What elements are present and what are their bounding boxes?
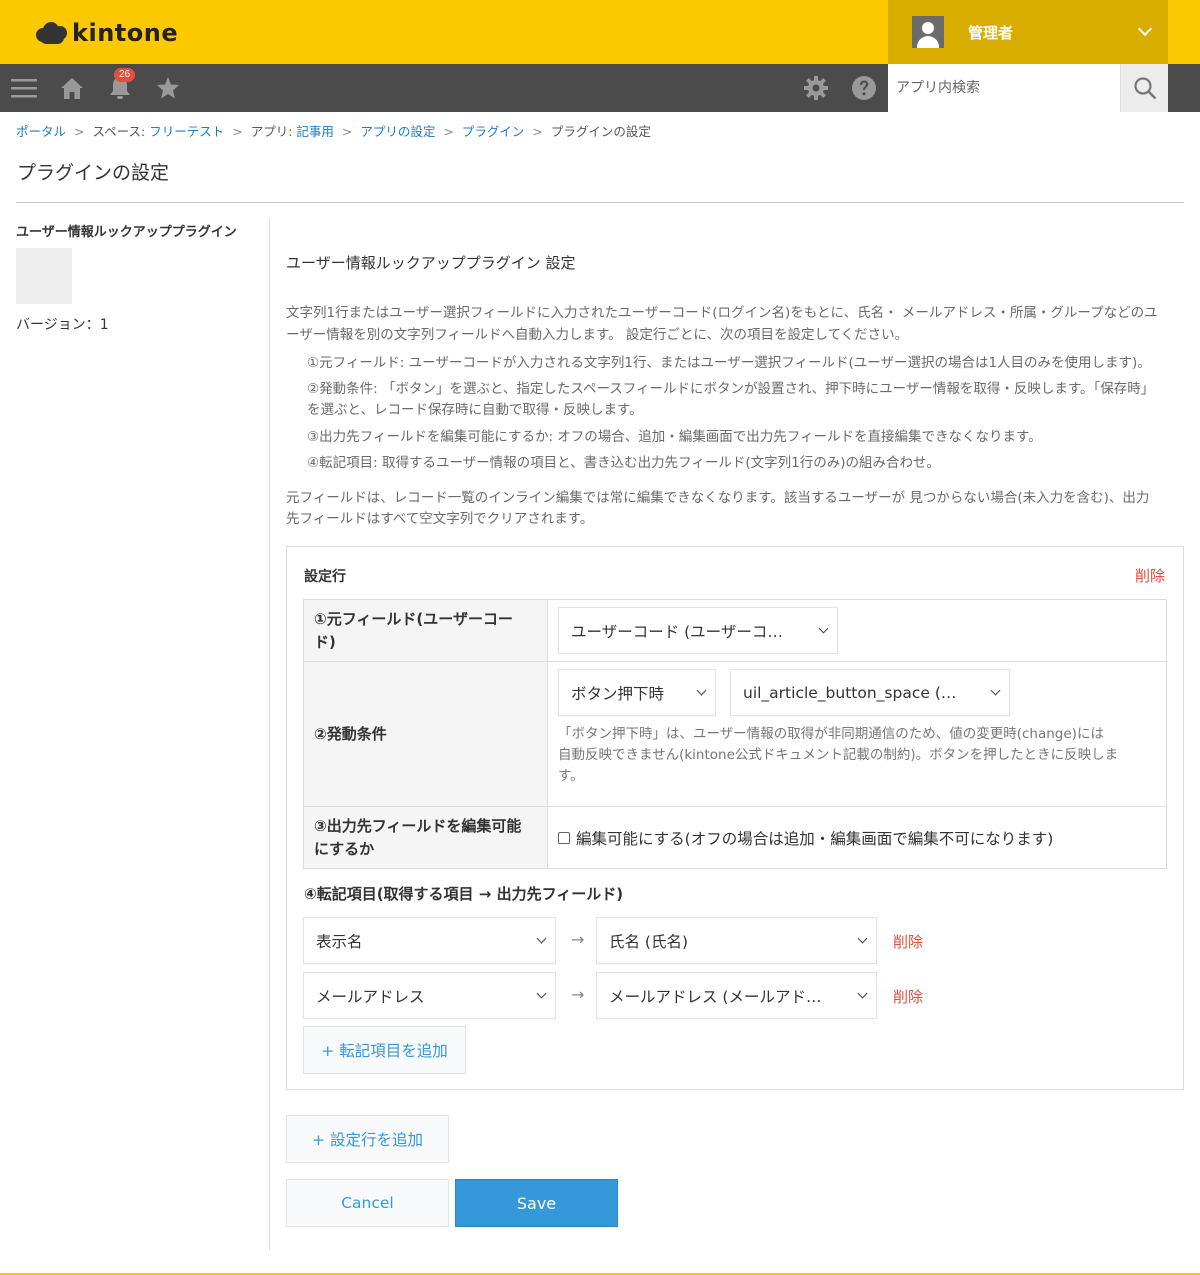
trigger-note-line: 「ボタン押下時」は、ユーザー情報の取得が非同期通信のため、値の変更時(chang… — [558, 726, 1104, 742]
cancel-button[interactable]: Cancel — [286, 1179, 449, 1227]
trigger-cell: ボタン押下時 uil_article_button_space (… 「ボタン押… — [548, 662, 1166, 806]
settings-heading: ユーザー情報ルックアッププラグイン 設定 — [286, 254, 576, 272]
description-item-1: ①元フィールド: ユーザーコードが入力される文字列1行、またはユーザー選択フィー… — [307, 355, 1151, 371]
chevron-down-icon — [536, 988, 547, 999]
user-avatar-icon — [912, 16, 944, 48]
breadcrumb-separator: > — [341, 124, 353, 139]
user-menu[interactable]: 管理者 — [888, 0, 1168, 64]
breadcrumb-separator: > — [232, 124, 243, 139]
editable-label-line: ③出力先フィールドを編集可能 — [314, 816, 522, 835]
chevron-down-icon — [696, 685, 707, 696]
favorites-star-icon[interactable] — [144, 64, 192, 112]
mapping-source-select[interactable]: 表示名 — [303, 917, 556, 964]
trigger-row: ②発動条件 ボタン押下時 uil_article_button_space (…… — [304, 662, 1166, 807]
editable-label: ③出力先フィールドを編集可能 にするか — [304, 807, 548, 868]
breadcrumb-separator: > — [443, 124, 454, 139]
source-field-cell: ユーザーコード (ユーザーコ… — [548, 600, 1166, 661]
mapping-arrow: → — [571, 930, 585, 949]
breadcrumb-current: プラグインの設定 — [550, 124, 651, 139]
trigger-note: 「ボタン押下時」は、ユーザー情報の取得が非同期通信のため、値の変更時(chang… — [558, 724, 1156, 787]
column-divider — [269, 218, 270, 1250]
breadcrumb: ポータル > スペース: フリーテスト > アプリ: 記事用 > アプリの設定 > プラグイン >… — [16, 121, 651, 140]
help-icon[interactable] — [840, 64, 888, 112]
menu-icon[interactable] — [0, 64, 48, 112]
trigger-note-line: す。 — [558, 768, 584, 784]
mapping-source-select[interactable]: メールアドレス — [303, 972, 556, 1019]
source-field-row: ①元フィールド(ユーザーコー ド) ユーザーコード (ユーザーコ… — [304, 600, 1166, 662]
mapping-arrow: → — [571, 985, 585, 1004]
editable-checkbox-label: 編集可能にする(オフの場合は追加・編集画面で編集不可になります) — [576, 829, 1054, 848]
breadcrumb-app-settings[interactable]: アプリの設定 — [360, 124, 435, 139]
chevron-down-icon — [990, 685, 1001, 696]
home-icon[interactable] — [48, 64, 96, 112]
space-field-value: uil_article_button_space (… — [743, 683, 957, 702]
plugin-name: ユーザー情報ルックアッププラグイン — [16, 225, 237, 240]
trigger-value: ボタン押下時 — [571, 684, 665, 703]
mapping-source-value: 表示名 — [316, 932, 363, 951]
save-button[interactable]: Save — [455, 1179, 618, 1227]
breadcrumb-app-prefix: アプリ: — [250, 124, 297, 139]
user-name: 管理者 — [968, 23, 1014, 42]
breadcrumb-portal[interactable]: ポータル — [16, 124, 66, 139]
description-note: 元フィールドは、レコード一覧のインライン編集では常に編集できなくなります。該当す… — [286, 490, 1150, 506]
editable-checkbox[interactable] — [558, 831, 570, 844]
delete-mapping-link[interactable]: 削除 — [893, 986, 923, 1007]
setting-grid: ①元フィールド(ユーザーコー ド) ユーザーコード (ユーザーコ… ②発動条件 ボ… — [303, 599, 1167, 869]
mapping-target-value: メールアドレス (メールアド… — [609, 987, 822, 1006]
space-field-select[interactable]: uil_article_button_space (… — [730, 669, 1010, 716]
chevron-down-icon — [857, 988, 868, 999]
plugin-icon — [16, 248, 72, 304]
kintone-logo[interactable]: kintone — [34, 18, 178, 48]
source-field-value: ユーザーコード (ユーザーコ… — [571, 622, 783, 641]
breadcrumb-space-prefix: スペース: — [92, 124, 150, 139]
page-title: プラグインの設定 — [17, 162, 170, 184]
source-field-label: ①元フィールド(ユーザーコー ド) — [304, 600, 548, 661]
breadcrumb-separator: > — [74, 124, 85, 139]
source-field-select[interactable]: ユーザーコード (ユーザーコ… — [558, 607, 838, 654]
setting-row-title: 設定行 — [304, 569, 346, 585]
description-item-2-cont: を選ぶと、レコード保存時に自動で取得・反映します。 — [307, 402, 643, 418]
description-item-3: ③出力先フィールドを編集可能にするか: オフの場合、追加・編集画面で出力先フィー… — [307, 429, 1042, 445]
delete-row-link[interactable]: 削除 — [1135, 565, 1165, 586]
search-button[interactable] — [1120, 64, 1168, 112]
chevron-down-icon — [536, 933, 547, 944]
editable-cell: 編集可能にする(オフの場合は追加・編集画面で編集不可になります) — [548, 807, 1166, 868]
transfer-items-title: ④転記項目(取得する項目 → 出力先フィールド) — [304, 885, 624, 903]
title-divider — [16, 202, 1184, 203]
description-item-2: ②発動条件: 「ボタン」を選ぶと、指定したスペースフィールドにボタンが設置され、… — [307, 381, 1155, 397]
logo-cloud-icon — [34, 20, 70, 46]
mapping-target-select[interactable]: メールアドレス (メールアド… — [596, 972, 877, 1019]
chevron-down-icon — [1137, 21, 1153, 37]
description-line: 文字列1行またはユーザー選択フィールドに入力されたユーザーコード(ログイン名)を… — [286, 305, 1158, 321]
mapping-source-value: メールアドレス — [316, 987, 425, 1006]
gear-icon[interactable] — [792, 64, 840, 112]
description-line: ーザー情報を別の文字列フィールドへ自動入力します。 設定行ごとに、次の項目を設定… — [286, 327, 909, 343]
breadcrumb-plugins[interactable]: プラグイン — [462, 124, 525, 139]
source-field-label-line: ド) — [314, 632, 336, 651]
breadcrumb-app[interactable]: 記事用 — [296, 124, 334, 139]
delete-mapping-link[interactable]: 削除 — [893, 931, 923, 952]
breadcrumb-separator: > — [532, 124, 543, 139]
chevron-down-icon — [818, 623, 829, 634]
chevron-down-icon — [857, 933, 868, 944]
add-mapping-button[interactable]: + 転記項目を追加 — [303, 1026, 466, 1074]
editable-label-line: にするか — [314, 839, 375, 858]
description-note-cont: 先フィールドはすべて空文字列でクリアされます。 — [286, 511, 594, 527]
description-item-4: ④転記項目: 取得するユーザー情報の項目と、書き込む出力先フィールド(文字列1行… — [307, 455, 940, 471]
editable-row: ③出力先フィールドを編集可能 にするか 編集可能にする(オフの場合は追加・編集画面… — [304, 807, 1166, 868]
trigger-note-line: 自動反映できません(kintone公式ドキュメント記載の制約)。ボタンを押したと… — [558, 747, 1119, 763]
app-search-input[interactable] — [888, 64, 1120, 112]
trigger-select[interactable]: ボタン押下時 — [558, 669, 716, 716]
plugin-version: バージョン：1 — [16, 317, 109, 333]
editable-checkbox-option[interactable]: 編集可能にする(オフの場合は追加・編集画面で編集不可になります) — [558, 827, 1053, 849]
logo-text: kintone — [72, 19, 179, 47]
breadcrumb-space[interactable]: フリーテスト — [149, 124, 224, 139]
source-field-label-line: ①元フィールド(ユーザーコー — [314, 609, 513, 628]
add-row-button[interactable]: + 設定行を追加 — [286, 1115, 449, 1163]
mapping-target-value: 氏名 (氏名) — [609, 932, 689, 951]
notification-badge: 26 — [114, 68, 136, 82]
search-icon — [1133, 77, 1156, 100]
mapping-target-select[interactable]: 氏名 (氏名) — [596, 917, 877, 964]
trigger-label: ②発動条件 — [304, 662, 548, 806]
